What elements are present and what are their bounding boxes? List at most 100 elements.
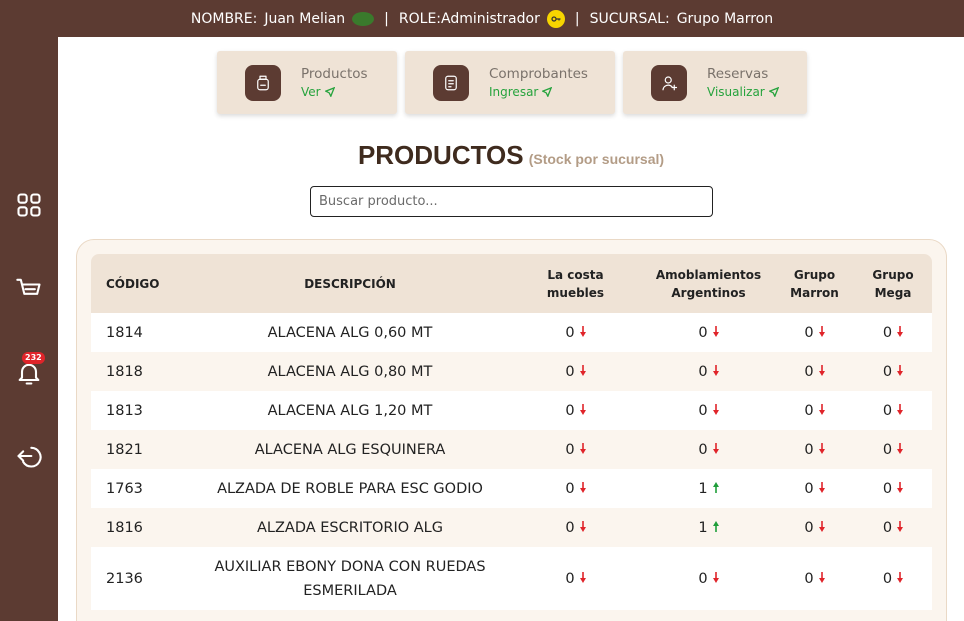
arrow-down-icon bbox=[712, 325, 719, 341]
leaf-icon bbox=[352, 11, 375, 26]
user-name: Juan Melian bbox=[264, 10, 346, 27]
arrow-down-icon bbox=[579, 481, 586, 497]
role-label: ROLE: bbox=[398, 10, 441, 27]
header-sucursal-3: Grupo Marron bbox=[790, 267, 839, 300]
header-desc: DESCRIPCIÓN bbox=[304, 276, 396, 291]
cell-stock: 0 bbox=[854, 481, 932, 497]
arrow-down-icon bbox=[712, 364, 719, 380]
cell-stock: 0 bbox=[775, 442, 854, 458]
notification-badge: 232 bbox=[22, 352, 45, 364]
table-row bbox=[91, 610, 932, 621]
sidebar: 232 bbox=[0, 0, 58, 621]
arrow-down-icon bbox=[818, 364, 825, 380]
header-code: CÓDIGO bbox=[106, 276, 160, 291]
cell-desc: AUXILIAR EBONY DONA CON RUEDAS ESMERILAD… bbox=[214, 558, 486, 599]
arrow-down-icon bbox=[712, 442, 719, 458]
card-title: Comprobantes bbox=[489, 66, 588, 82]
page-title: PRODUCTOS bbox=[357, 140, 524, 170]
divider: | bbox=[574, 10, 580, 27]
cell-stock: 0 bbox=[509, 571, 642, 587]
divider: | bbox=[384, 10, 389, 27]
cell-stock: 0 bbox=[775, 325, 854, 341]
table-row: 1816 ALZADA ESCRITORIO ALG 0 1 0 0 bbox=[91, 508, 932, 547]
sidebar-item-cart[interactable] bbox=[12, 271, 46, 305]
card-link-ingresar[interactable]: Ingresar bbox=[489, 85, 588, 99]
products-table: CÓDIGO DESCRIPCIÓN La costa muebles Amobl… bbox=[91, 254, 932, 621]
cell-code: 2136 bbox=[106, 570, 143, 587]
cell-stock: 0 bbox=[642, 403, 775, 419]
cell-code: 1821 bbox=[106, 441, 143, 458]
card-productos[interactable]: Productos Ver bbox=[217, 51, 397, 114]
arrow-down-icon bbox=[897, 571, 904, 587]
header-sucursal-2: Amoblamientos Argentinos bbox=[655, 267, 762, 300]
cell-stock: 1 bbox=[642, 520, 775, 536]
cell-code: 1763 bbox=[106, 480, 143, 497]
grid-icon bbox=[17, 193, 41, 217]
sucursal-label: SUCURSAL: bbox=[589, 10, 670, 27]
cell-desc: ALACENA ALG 0,60 MT bbox=[267, 324, 433, 341]
products-table-container: CÓDIGO DESCRIPCIÓN La costa muebles Amobl… bbox=[76, 239, 947, 621]
cell-stock: 0 bbox=[854, 571, 932, 587]
arrow-down-icon bbox=[818, 520, 825, 536]
header-sucursal-4: Grupo Mega bbox=[872, 267, 914, 300]
send-icon bbox=[542, 87, 553, 97]
card-link-visualizar[interactable]: Visualizar bbox=[707, 85, 779, 99]
cell-stock: 0 bbox=[642, 364, 775, 380]
cell-stock: 0 bbox=[854, 325, 932, 341]
arrow-down-icon bbox=[897, 325, 904, 341]
table-row: 1821 ALACENA ALG ESQUINERA 0 0 0 0 bbox=[91, 430, 932, 469]
card-title: Reservas bbox=[707, 66, 769, 82]
sidebar-item-logout[interactable] bbox=[12, 439, 46, 473]
arrow-down-icon bbox=[579, 571, 586, 587]
cell-stock: 1 bbox=[642, 481, 775, 497]
search-input[interactable] bbox=[310, 186, 713, 217]
key-icon bbox=[546, 9, 565, 28]
cell-stock: 0 bbox=[775, 403, 854, 419]
arrow-down-icon bbox=[818, 325, 825, 341]
cell-stock: 0 bbox=[775, 520, 854, 536]
arrow-up-icon bbox=[712, 481, 719, 497]
cell-code: 1813 bbox=[106, 402, 143, 419]
sucursal-value: Grupo Marron bbox=[676, 10, 774, 27]
arrow-down-icon bbox=[897, 442, 904, 458]
arrow-down-icon bbox=[897, 520, 904, 536]
page-heading: PRODUCTOS (Stock por sucursal) bbox=[0, 140, 964, 171]
cell-stock: 0 bbox=[775, 364, 854, 380]
header-sucursal-1: La costa muebles bbox=[546, 267, 605, 300]
cell-stock: 0 bbox=[642, 571, 775, 587]
box-icon bbox=[245, 64, 281, 101]
table-row: 1818 ALACENA ALG 0,80 MT 0 0 0 0 bbox=[91, 352, 932, 391]
cell-stock: 0 bbox=[854, 364, 932, 380]
arrow-down-icon bbox=[818, 571, 825, 587]
cell-desc: ALACENA ALG 0,80 MT bbox=[267, 363, 433, 380]
sidebar-item-dashboard[interactable] bbox=[12, 188, 46, 222]
arrow-down-icon bbox=[897, 481, 904, 497]
send-icon bbox=[324, 87, 335, 97]
cell-stock: 0 bbox=[642, 442, 775, 458]
arrow-down-icon bbox=[579, 325, 586, 341]
arrow-down-icon bbox=[818, 442, 825, 458]
card-comprobantes[interactable]: Comprobantes Ingresar bbox=[405, 51, 615, 114]
role-value: Administrador bbox=[441, 10, 540, 27]
cell-stock: 0 bbox=[509, 325, 642, 341]
cell-code: 1818 bbox=[106, 363, 143, 380]
table-row: 1813 ALACENA ALG 1,20 MT 0 0 0 0 bbox=[91, 391, 932, 430]
arrow-down-icon bbox=[897, 403, 904, 419]
cell-code: 1816 bbox=[106, 519, 143, 536]
user-name-label: NOMBRE: bbox=[190, 10, 258, 27]
cell-stock: 0 bbox=[509, 364, 642, 380]
arrow-down-icon bbox=[579, 364, 586, 380]
sidebar-item-notifications[interactable]: 232 bbox=[12, 352, 46, 390]
card-link-ver[interactable]: Ver bbox=[301, 85, 368, 99]
page-subtitle: (Stock por sucursal) bbox=[528, 151, 665, 167]
cell-stock: 0 bbox=[509, 481, 642, 497]
cart-icon bbox=[16, 278, 41, 295]
cell-stock: 0 bbox=[854, 520, 932, 536]
arrow-down-icon bbox=[897, 364, 904, 380]
card-reservas[interactable]: Reservas Visualizar bbox=[623, 51, 807, 114]
cell-stock: 0 bbox=[854, 442, 932, 458]
arrow-up-icon bbox=[712, 520, 719, 536]
arrow-down-icon bbox=[712, 403, 719, 419]
table-row: 1763 ALZADA DE ROBLE PARA ESC GODIO 0 1 0 0 bbox=[91, 469, 932, 508]
cell-code: 1814 bbox=[106, 324, 143, 341]
